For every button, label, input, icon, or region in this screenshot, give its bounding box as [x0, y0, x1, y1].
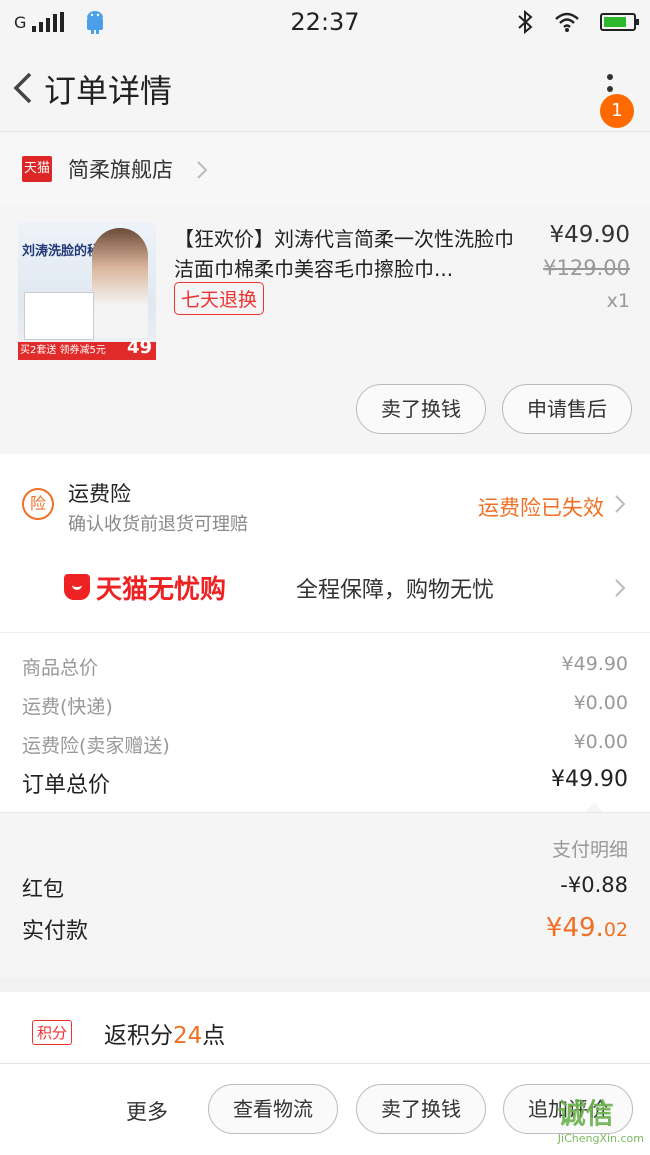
bluetooth-icon — [518, 10, 533, 34]
item-quantity: x1 — [606, 290, 630, 312]
status-bar: G 22:37 — [0, 0, 650, 44]
price-summary: 商品总价 ¥49.90 运费(快递) ¥0.00 运费险(卖家赠送) ¥0.00… — [0, 632, 650, 813]
actual-paid-main: ¥49. — [545, 913, 604, 943]
item-price: ¥49.90 — [549, 222, 630, 248]
order-total-value: ¥49.90 — [551, 767, 628, 792]
summary-value: ¥0.00 — [573, 692, 628, 714]
order-total-row: 订单总价 ¥49.90 — [22, 767, 628, 799]
guarantee-row[interactable]: 天猫无忧购 全程保障，购物无忧 — [0, 548, 650, 632]
summary-row: 运费(快递) ¥0.00 — [22, 692, 628, 719]
watermark-en: JiChengXin.com — [557, 1132, 644, 1145]
summary-label: 运费险(卖家赠送) — [22, 735, 170, 757]
order-total-label: 订单总价 — [22, 773, 111, 798]
watermark-cn: 诚信 — [557, 1097, 614, 1130]
tmall-guarantee-logo: 天猫无忧购 — [64, 570, 227, 605]
thumb-product-box — [24, 292, 94, 340]
more-button[interactable]: 更多 — [126, 1096, 168, 1126]
points-row: 积分 返积分24点 — [0, 992, 650, 1072]
shipping-insurance-row[interactable]: 险 运费险 确认收货前退货可理赔 运费险已失效 — [0, 454, 650, 548]
shopping-bag-icon — [64, 574, 90, 600]
battery-icon — [600, 13, 639, 31]
bottom-action-bar: 更多 查看物流 卖了换钱 追加评价 诚信 JiChengXin.com — [0, 1063, 650, 1155]
wifi-icon — [555, 12, 579, 32]
summary-row: 商品总价 ¥49.90 — [22, 653, 628, 680]
payment-detail-label: 支付明细 — [551, 839, 628, 861]
view-logistics-button[interactable]: 查看物流 — [208, 1084, 338, 1134]
actual-paid-label: 实付款 — [22, 919, 89, 944]
payment-details: 支付明细 红包 -¥0.88 实付款 ¥49.02 — [0, 812, 650, 978]
actual-paid-decimal: 02 — [603, 919, 628, 941]
actual-paid-value: ¥49.02 — [546, 913, 628, 945]
guarantee-logo-text: 天猫无忧购 — [96, 574, 227, 605]
chevron-right-icon — [615, 495, 626, 513]
guarantee-text: 全程保障，购物无忧 — [296, 578, 495, 603]
sell-button[interactable]: 卖了换钱 — [356, 1084, 486, 1134]
shop-row[interactable]: 天猫 简柔旗舰店 — [0, 132, 650, 206]
item-original-price: ¥129.00 — [543, 256, 630, 280]
watermark: 诚信 JiChengXin.com — [558, 1092, 644, 1145]
product-thumbnail[interactable]: 刘涛洗脸的秘密 买2套送 领券减5元 49 — [18, 222, 156, 360]
points-text: 返积分24点 — [104, 1016, 225, 1050]
after-sale-button[interactable]: 申请售后 — [502, 384, 632, 434]
summary-value: ¥0.00 — [573, 731, 628, 753]
notification-badge: 1 — [600, 94, 634, 128]
points-prefix: 返积分 — [104, 1023, 173, 1049]
summary-label: 运费(快递) — [22, 696, 113, 718]
insurance-subtitle: 确认收货前退货可理赔 — [68, 514, 248, 535]
insurance-title: 运费险 — [68, 482, 131, 506]
nav-bar: 订单详情 1 — [0, 44, 650, 132]
shop-name: 简柔旗舰店 — [68, 158, 173, 182]
order-item: 刘涛洗脸的秘密 买2套送 领券减5元 49 【狂欢价】刘涛代言简柔一次性洗脸巾洁… — [0, 206, 650, 454]
chevron-right-icon — [197, 161, 208, 179]
chevron-right-icon — [615, 579, 626, 597]
redpacket-label: 红包 — [22, 877, 64, 901]
sell-button[interactable]: 卖了换钱 — [356, 384, 486, 434]
product-title[interactable]: 【狂欢价】刘涛代言简柔一次性洗脸巾洁面巾棉柔巾美容毛巾擦脸巾... — [174, 224, 526, 284]
redpacket-row: 红包 -¥0.88 — [22, 873, 628, 903]
actual-paid-row: 实付款 ¥49.02 — [22, 913, 628, 945]
points-suffix: 点 — [202, 1023, 226, 1049]
redpacket-value: -¥0.88 — [560, 873, 628, 897]
insurance-icon: 险 — [22, 488, 54, 520]
thumb-price: 49 — [126, 337, 152, 358]
summary-row: 运费险(卖家赠送) ¥0.00 — [22, 731, 628, 758]
insurance-status: 运费险已失效 — [478, 496, 604, 520]
back-arrow-icon[interactable] — [8, 68, 38, 108]
thumb-model — [92, 228, 148, 338]
tmall-logo: 天猫 — [22, 156, 52, 182]
summary-value: ¥49.90 — [561, 653, 628, 675]
page-title: 订单详情 — [44, 72, 173, 110]
return-policy-tag: 七天退换 — [174, 282, 265, 315]
summary-label: 商品总价 — [22, 657, 99, 679]
points-tag: 积分 — [32, 1020, 73, 1045]
points-number: 24 — [173, 1023, 203, 1049]
